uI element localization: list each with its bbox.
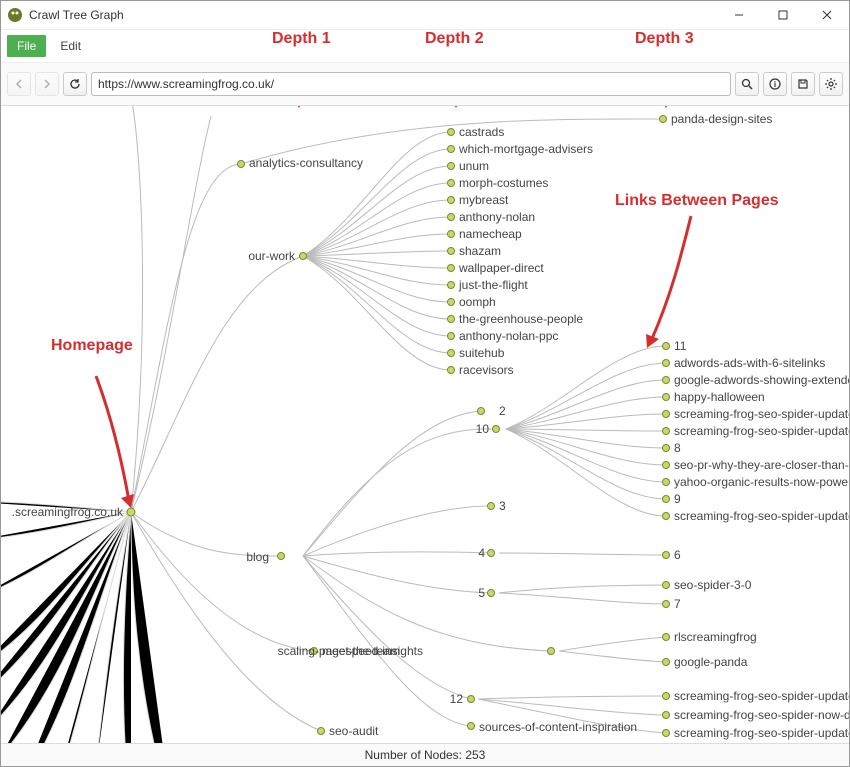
annot-homepage: Homepage [51,337,133,355]
node-d3a-1[interactable]: adwords-ads-with-6-sitelinks [674,356,825,370]
node-d3a-3[interactable]: happy-halloween [674,390,765,404]
node-mybreast[interactable]: mybreast [459,193,508,207]
node-d3a-5[interactable]: screaming-frog-seo-spider-update-vers [674,424,849,438]
node-oomph[interactable]: oomph [459,295,496,309]
app-icon [7,7,23,23]
blog-edges [303,411,551,726]
graph-canvas[interactable]: .screamingfrog.co.uk analytics-consultan… [1,106,849,743]
menu-file[interactable]: File [7,35,46,57]
node-d3a-4[interactable]: screaming-frog-seo-spider-update-vers [674,407,849,421]
node-anthony-nolan[interactable]: anthony-nolan [459,210,535,224]
annot-links: Links Between Pages [615,192,779,210]
node-10[interactable]: 10 [476,422,489,436]
node-d3-seo-spider-3-0[interactable]: seo-spider-3-0 [674,578,751,592]
node-panda-design-sites[interactable]: panda-design-sites [671,112,772,126]
menu-edit[interactable]: Edit [50,35,91,57]
node-suitehub[interactable]: suitehub [459,346,504,360]
node-root[interactable]: .screamingfrog.co.uk [12,505,123,519]
node-our-work[interactable]: our-work [248,249,295,263]
depth3-a-edges [506,346,666,516]
node-morph-costumes[interactable]: morph-costumes [459,176,548,190]
statusbar: Number of Nodes: 253 [1,743,849,766]
save-button[interactable] [791,72,815,96]
node-5[interactable]: 5 [478,586,485,600]
node-namecheap[interactable]: namecheap [459,227,522,241]
annot-depth-2: Depth 2 [425,30,484,48]
node-d3a-6[interactable]: 8 [674,441,681,455]
node-just-the-flight[interactable]: just-the-flight [459,278,528,292]
search-button[interactable] [735,72,759,96]
refresh-button[interactable] [63,72,87,96]
info-button[interactable]: i [763,72,787,96]
close-button[interactable] [805,1,849,29]
window-title: Crawl Tree Graph [29,8,124,22]
node-d3a-2[interactable]: google-adwords-showing-extended-dis [674,373,849,387]
node-which-mortgage-advisers[interactable]: which-mortgage-advisers [459,142,593,156]
node-analytics-consultancy[interactable]: analytics-consultancy [249,156,363,170]
svg-text:i: i [774,80,776,89]
node-3[interactable]: 3 [499,499,506,513]
node-d3b-0[interactable]: screaming-frog-seo-spider-update-vers [674,689,849,703]
node-d3b-1[interactable]: screaming-frog-seo-spider-now-does-p [674,708,849,722]
node-12[interactable]: 12 [450,692,463,706]
annot-depth-1: Depth 1 [272,30,331,48]
maximize-button[interactable] [761,1,805,29]
node-racevisors[interactable]: racevisors [459,363,514,377]
node-d3a-7[interactable]: seo-pr-why-they-are-closer-than-you-th [674,458,849,472]
node-d3-rlscreamingfrog[interactable]: rlscreamingfrog [674,630,757,644]
node-d3a-10[interactable]: screaming-frog-seo-spider-update-vers [674,509,849,523]
node-d3a-8[interactable]: yahoo-organic-results-now-powered-by [674,475,849,489]
toolbar: i [1,63,849,106]
node-castrads[interactable]: castrads [459,125,504,139]
node-d3a-9[interactable]: 9 [674,492,681,506]
node-d3b-2[interactable]: screaming-frog-seo-spider-update-vers [674,726,849,740]
node-2[interactable]: 2 [499,404,506,418]
node-anthony-nolan-ppc[interactable]: anthony-nolan-ppc [459,329,558,343]
node-shazam[interactable]: shazam [459,244,501,258]
status-text: Number of Nodes: 253 [365,748,486,762]
node-d3a-0[interactable]: 11 [674,339,686,353]
node-unum[interactable]: unum [459,159,489,173]
node-sources-of-content[interactable]: sources-of-content-inspiration [479,720,637,734]
node-blog[interactable]: blog [246,550,269,564]
depth3-misc-edges [241,119,666,733]
node-seo-audit[interactable]: seo-audit [329,724,378,738]
node-d3-6[interactable]: 6 [674,548,681,562]
annot-depth-3: Depth 3 [635,30,694,48]
forward-button[interactable] [35,72,59,96]
node-the-greenhouse-people[interactable]: the-greenhouse-people [459,312,583,326]
settings-button[interactable] [819,72,843,96]
minimize-button[interactable] [717,1,761,29]
node-d3-google-panda[interactable]: google-panda [674,655,747,669]
node-4[interactable]: 4 [478,546,485,560]
back-button[interactable] [7,72,31,96]
node-wallpaper-direct[interactable]: wallpaper-direct [459,261,544,275]
titlebar: Crawl Tree Graph [1,1,849,30]
node-scaling-pagespeed[interactable]: scaling-pagespeed-insights [278,644,423,658]
root-edges [131,106,321,731]
url-input[interactable] [91,72,731,96]
node-d3-7[interactable]: 7 [674,597,681,611]
